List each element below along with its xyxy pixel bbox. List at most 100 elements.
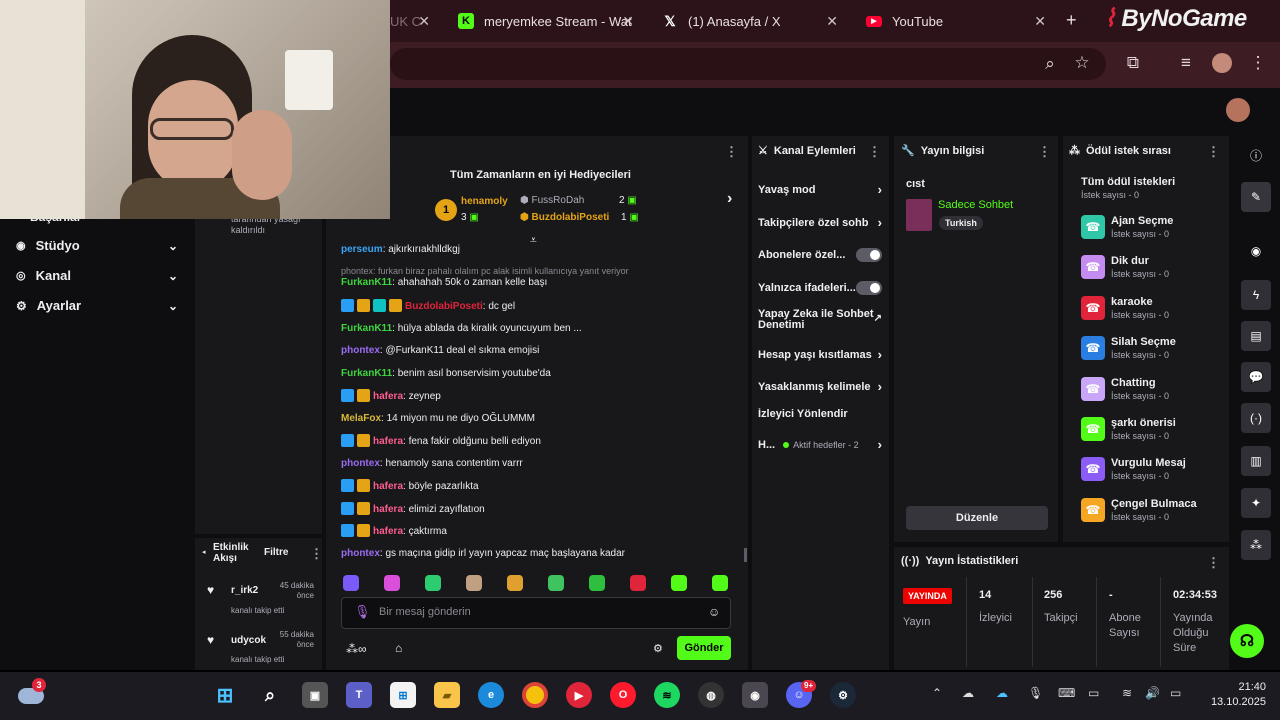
edit-button[interactable]: Düzenle (906, 506, 1048, 530)
sidebar-item-channel[interactable]: ◎ Kanal ⌄ (16, 268, 178, 283)
emote-icon[interactable] (548, 575, 564, 591)
points-icon[interactable]: ⁂∞ (346, 642, 367, 656)
lightning-icon[interactable]: ϟ (1241, 280, 1271, 310)
reward-item[interactable]: ☎ Vurgulu Mesaj İstek sayısı - 0 (1081, 457, 1186, 482)
emote-icon[interactable] (384, 575, 400, 591)
action-followers-only[interactable]: Takipçilere özel sohb › (758, 215, 882, 230)
reward-item[interactable]: ☎ şarkı önerisi İstek sayısı - 0 (1081, 417, 1176, 441)
chat-icon[interactable]: 💬 (1241, 362, 1271, 392)
tray-icon[interactable]: ☁ (962, 686, 974, 700)
subscribers-only-toggle[interactable] (856, 248, 882, 262)
chat-username[interactable]: phontex (341, 345, 380, 356)
star-icon[interactable]: ☆ (1070, 53, 1094, 73)
address-field[interactable] (390, 48, 1106, 80)
chat-username[interactable]: hafera (373, 436, 403, 447)
chat-username[interactable]: hafera (373, 526, 403, 537)
reward-item[interactable]: ☎ Chatting İstek sayısı - 0 (1081, 376, 1169, 401)
broadcast-icon[interactable]: (·) (1241, 403, 1271, 433)
close-icon[interactable]: ✕ (418, 13, 430, 30)
media-icon[interactable]: ≡ (1174, 53, 1198, 73)
action-ai-moderation[interactable]: Yapay Zeka ile Sohbet Denetimi ↗ (758, 309, 882, 331)
layout-icon[interactable]: ▥ (1241, 446, 1271, 476)
action-banned-words[interactable]: Yasaklanmış kelimele › (758, 379, 882, 394)
action-raid[interactable]: İzleyici Yönlendir (758, 408, 882, 420)
emote-icon[interactable] (589, 575, 605, 591)
task-view-icon[interactable]: ▣ (302, 682, 328, 708)
more-icon[interactable]: ⋮ (1038, 144, 1051, 160)
emote-icon[interactable] (425, 575, 441, 591)
chat-username[interactable]: FurkanK11 (341, 277, 392, 288)
more-icon[interactable]: ⋮ (1207, 555, 1220, 571)
extensions-icon[interactable]: ⧉ (1121, 53, 1145, 73)
all-rewards-item[interactable]: Tüm ödül istekleri İstek sayısı - 0 (1081, 176, 1175, 200)
emote-icon[interactable] (507, 575, 523, 591)
chat-username[interactable]: hafera (373, 504, 403, 515)
chat-username[interactable]: FurkanK11 (341, 368, 392, 379)
activity-user[interactable]: r_irk2 (231, 585, 258, 596)
action-subscribers-only[interactable]: Abonelere özel... (758, 248, 882, 262)
display-icon[interactable]: ▭ (1088, 686, 1099, 700)
chat-settings-icon[interactable]: ⚙ (653, 642, 663, 655)
sidebar-item-settings[interactable]: ⚙ Ayarlar ⌄ (16, 298, 178, 313)
action-account-age[interactable]: Hesap yaşı kısıtlamas › (758, 347, 882, 362)
chat-username[interactable]: FurkanK11 (341, 323, 392, 334)
onedrive-icon[interactable]: ☁ (996, 686, 1008, 700)
obs-icon[interactable]: ◍ (698, 682, 724, 708)
teams-icon[interactable]: T (346, 682, 372, 708)
new-tab-button[interactable]: + (1066, 10, 1077, 31)
sidebar-item-studio[interactable]: ◉ Stüdyo ⌄ (16, 238, 178, 253)
spotify-icon[interactable]: ≋ (654, 682, 680, 708)
wifi-icon[interactable]: ≋ (1122, 686, 1132, 700)
chat-username[interactable]: hafera (373, 481, 403, 492)
browser-tab[interactable]: ▶ YouTube ✕ (856, 6, 1056, 36)
rewards-icon[interactable]: ⁂ (1241, 530, 1271, 560)
support-button[interactable]: ☊ (1230, 624, 1264, 658)
gifter-second[interactable]: ⬢ FussRoDah (520, 195, 584, 206)
scroll-down-icon[interactable]: ⩡ (530, 233, 537, 248)
profile-avatar[interactable] (1212, 53, 1232, 73)
gifter-name[interactable]: henamoly (461, 196, 508, 207)
emote-icon[interactable] (630, 575, 646, 591)
expand-icon[interactable]: ◂ (202, 548, 206, 556)
store-icon[interactable]: ⌂ (395, 641, 402, 655)
windows-start-icon[interactable]: ⊞ (212, 682, 238, 708)
notes-icon[interactable]: ▤ (1241, 321, 1271, 351)
reward-item[interactable]: ☎ Dik dur İstek sayısı - 0 (1081, 255, 1169, 280)
action-goals[interactable]: H... Aktif hedefler - 2 › (758, 437, 882, 452)
opera-icon[interactable]: O (610, 682, 636, 708)
media-player-icon[interactable]: ▶ (566, 682, 592, 708)
chat-username[interactable]: phontex (341, 548, 380, 559)
emote-icon[interactable] (712, 575, 728, 591)
edge-icon[interactable]: e (478, 682, 504, 708)
reward-item[interactable]: ☎ Çengel Bulmaca İstek sayısı - 0 (1081, 497, 1197, 522)
info-icon[interactable]: ⓘ (1241, 140, 1271, 170)
steam-icon[interactable]: ⚙ (830, 682, 856, 708)
volume-icon[interactable]: 🔊 (1145, 686, 1160, 700)
emote-icon[interactable] (671, 575, 687, 591)
chrome-icon[interactable] (522, 682, 548, 708)
user-avatar[interactable] (1226, 98, 1250, 122)
menu-icon[interactable]: ⋮ (1246, 53, 1270, 73)
search-icon[interactable]: ⌕ (1038, 54, 1062, 74)
gifter-third[interactable]: ⬢ BuzdolabiPoseti (520, 212, 609, 223)
chat-scrollbar[interactable] (744, 548, 747, 562)
clock[interactable]: 21:40 13.10.2025 (1196, 680, 1266, 710)
chevron-right-icon[interactable]: › (727, 190, 732, 208)
store-icon[interactable]: ⊞ (390, 682, 416, 708)
reward-item[interactable]: ☎ karaoke İstek sayısı - 0 (1081, 295, 1169, 320)
battery-icon[interactable]: ▭ (1170, 686, 1181, 700)
emote-only-toggle[interactable] (856, 281, 882, 295)
edit-icon[interactable]: ✎ (1241, 182, 1271, 212)
more-icon[interactable]: ⋮ (1207, 144, 1220, 160)
chat-username[interactable]: BuzdolabiPoseti (405, 301, 483, 312)
chat-username[interactable]: MelaFox (341, 413, 381, 424)
wrench-icon[interactable]: ✦ (1241, 488, 1271, 518)
search-icon[interactable]: ⌕ (257, 682, 283, 708)
folder-icon[interactable]: ▰ (434, 682, 460, 708)
browser-tab[interactable]: 𝕏 (1) Anasayfa / X ✕ (652, 6, 848, 36)
chrome-active-icon[interactable]: ◉ (742, 682, 768, 708)
microphone-icon[interactable]: 🎙 (354, 604, 371, 620)
close-icon[interactable]: ✕ (622, 13, 634, 30)
weather-widget[interactable]: 3 (18, 678, 46, 708)
more-icon[interactable]: ⋮ (310, 546, 323, 562)
